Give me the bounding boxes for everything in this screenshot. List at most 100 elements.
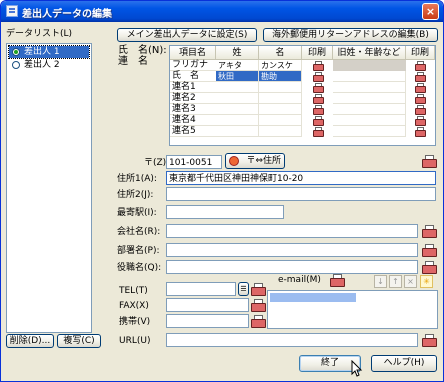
tel-label: TEL(T) — [119, 286, 148, 296]
email-list[interactable] — [267, 290, 438, 329]
email-list-selected-row[interactable] — [270, 293, 356, 302]
grid-cell-mei[interactable]: 勘助 — [259, 71, 302, 82]
list-item-label: 差出人 1 — [24, 47, 60, 57]
star-icon[interactable]: ✳ — [420, 275, 433, 288]
fax-label: FAX(X) — [119, 301, 149, 311]
close-button[interactable]: × — [422, 3, 439, 20]
nearest-station-label: 最寄駅(I): — [117, 208, 157, 218]
col-header-print2: 印刷 — [406, 46, 435, 60]
list-item-label: 差出人 2 — [24, 60, 60, 70]
radio-icon[interactable] — [12, 61, 20, 69]
grid-cell-maiden[interactable] — [333, 71, 406, 82]
grid-cell-mei[interactable] — [259, 93, 302, 104]
name-grid[interactable]: 項目名 姓 名 印刷 旧姓・年齢など 印刷 フリガナ アキタ カンスケ氏 名秋田 勘助… — [169, 45, 436, 146]
grid-cell-mei[interactable] — [259, 126, 302, 137]
fax-input[interactable] — [166, 298, 249, 312]
printer-icon[interactable] — [415, 127, 426, 137]
set-main-sender-button[interactable]: メイン差出人データに設定(S) — [117, 28, 257, 42]
printer-icon[interactable] — [422, 155, 437, 168]
printer-icon[interactable] — [422, 261, 437, 274]
printer-icon[interactable] — [422, 334, 437, 347]
position-input[interactable] — [166, 260, 418, 274]
grid-cell-sei[interactable] — [216, 82, 259, 93]
grid-cell-mei[interactable] — [259, 115, 302, 126]
printer-icon[interactable] — [251, 283, 266, 296]
printer-icon[interactable] — [422, 244, 437, 257]
printer-icon[interactable] — [313, 72, 324, 82]
address2-input[interactable] — [166, 187, 436, 201]
grid-row-label: 連名5 — [170, 126, 216, 137]
printer-icon[interactable] — [415, 105, 426, 115]
grid-cell-sei[interactable] — [216, 126, 259, 137]
postal-input[interactable]: 101-0051 — [166, 155, 222, 169]
help-button[interactable]: ヘルプ(H) — [371, 355, 437, 372]
printer-icon[interactable] — [313, 105, 324, 115]
overseas-return-address-button[interactable]: 海外郵便用リターンアドレスの編集(B) — [263, 28, 438, 42]
arrow-up-icon[interactable]: ↑ — [389, 275, 402, 288]
printer-icon[interactable] — [415, 61, 426, 71]
printer-icon[interactable] — [330, 274, 345, 287]
printer-icon[interactable] — [313, 116, 324, 126]
grid-cell-sei[interactable] — [216, 104, 259, 115]
tel-input[interactable] — [166, 282, 236, 296]
grid-cell-maiden[interactable] — [333, 82, 406, 93]
postal-icon — [229, 156, 239, 166]
address1-input[interactable]: 東京都千代田区神田神保町10-20 — [166, 171, 436, 185]
mobile-input[interactable] — [166, 314, 249, 328]
list-item[interactable]: 差出人 2 — [9, 59, 89, 71]
printer-icon[interactable] — [415, 83, 426, 93]
window-title: 差出人データの編集 — [22, 9, 112, 20]
postal-label: 〒(Z) — [144, 158, 167, 168]
printer-icon[interactable] — [415, 94, 426, 104]
printer-icon[interactable] — [313, 83, 324, 93]
url-label: URL(U) — [119, 336, 151, 346]
joint-name-label: 連 名 — [118, 56, 148, 67]
printer-icon[interactable] — [313, 127, 324, 137]
printer-icon[interactable] — [313, 94, 324, 104]
grid-cell-maiden[interactable] — [333, 115, 406, 126]
arrow-down-icon[interactable]: ↓ — [374, 275, 387, 288]
col-header-item: 項目名 — [170, 46, 216, 60]
window-icon — [6, 5, 18, 17]
printer-icon[interactable] — [415, 116, 426, 126]
grid-cell-maiden[interactable] — [333, 126, 406, 137]
dialog-window: 差出人データの編集 × データリスト(L) 差出人 1 差出人 2 削除(D).… — [0, 0, 444, 382]
grid-cell-sei[interactable] — [216, 93, 259, 104]
position-label: 役職名(Q): — [117, 263, 162, 273]
list-item[interactable]: 差出人 1 — [8, 45, 90, 59]
grid-cell-sei[interactable]: アキタ — [216, 60, 259, 71]
grid-cell-mei[interactable] — [259, 82, 302, 93]
datalist[interactable]: 差出人 1 差出人 2 — [6, 43, 92, 333]
department-label: 部署名(P): — [117, 246, 160, 256]
radio-selected-icon[interactable] — [12, 48, 20, 56]
grid-row-label: 氏 名 — [170, 71, 216, 82]
grid-cell-sei[interactable]: 秋田 — [216, 71, 259, 82]
printer-icon[interactable] — [251, 315, 266, 328]
datalist-label: データリスト(L) — [6, 29, 73, 39]
close-icon[interactable]: × — [404, 275, 417, 288]
company-input[interactable] — [166, 224, 418, 238]
col-header-maiden: 旧姓・年齢など — [333, 46, 406, 60]
printer-icon[interactable] — [422, 225, 437, 238]
printer-icon[interactable] — [313, 61, 324, 71]
grid-cell-maiden[interactable] — [333, 93, 406, 104]
printer-icon[interactable] — [415, 72, 426, 82]
phonebook-icon[interactable]: ☰ — [238, 282, 249, 296]
department-input[interactable] — [166, 243, 418, 257]
grid-row-label: 連名2 — [170, 93, 216, 104]
delete-button[interactable]: 削除(D)... — [6, 334, 54, 348]
maiden-cell-disabled — [333, 60, 406, 71]
nearest-station-input[interactable] — [166, 205, 284, 219]
url-input[interactable] — [166, 333, 418, 347]
mouse-cursor-icon — [351, 360, 363, 377]
address2-label: 住所2(J): — [117, 190, 154, 200]
grid-cell-maiden[interactable] — [333, 104, 406, 115]
postal-search-label: 〒⇔住所 — [246, 156, 281, 166]
col-header-sei: 姓 — [216, 46, 259, 60]
copy-button[interactable]: 複写(C) — [57, 334, 101, 348]
grid-cell-sei[interactable] — [216, 115, 259, 126]
printer-icon[interactable] — [251, 299, 266, 312]
grid-cell-mei[interactable]: カンスケ — [259, 60, 302, 71]
grid-cell-mei[interactable] — [259, 104, 302, 115]
postal-address-search-button[interactable]: 〒⇔住所 — [225, 153, 285, 169]
